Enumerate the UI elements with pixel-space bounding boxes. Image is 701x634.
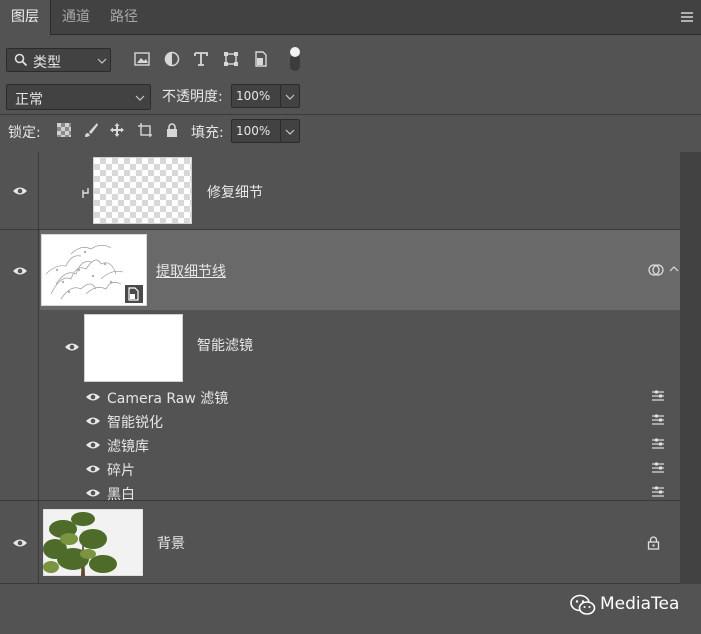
visibility-eye-icon[interactable]	[12, 186, 28, 196]
eye-column	[0, 152, 39, 229]
panel-tab-bar: 图层 通道 路径	[0, 0, 701, 35]
lock-label: 锁定:	[8, 125, 41, 141]
toolbar-divider	[0, 114, 701, 115]
visibility-eye-icon[interactable]	[12, 266, 28, 276]
type-layer-filter-icon[interactable]	[192, 50, 210, 68]
clipping-mask-arrow-icon	[82, 188, 89, 198]
blend-mode-select[interactable]: 正常	[6, 84, 151, 110]
filter-name: 智能锐化	[107, 415, 163, 431]
filter-name: 滤镜库	[107, 439, 149, 455]
opacity-value: 100%	[236, 89, 271, 103]
visibility-eye-icon[interactable]	[12, 538, 28, 548]
visibility-eye-icon[interactable]	[85, 440, 101, 450]
chevron-down-icon	[135, 95, 145, 101]
smart-object-badge-icon	[125, 285, 143, 303]
fill-label: 填充:	[191, 125, 224, 141]
layer-row-repair-detail[interactable]: 修复细节	[0, 152, 680, 229]
filter-item-smart-sharpen[interactable]: 智能锐化	[84, 409, 680, 433]
filter-blending-options-icon[interactable]	[651, 485, 665, 499]
chevron-down-icon	[285, 129, 295, 135]
watermark-text: MediaTea	[600, 594, 680, 614]
visibility-eye-icon[interactable]	[64, 342, 80, 352]
lock-all-icon[interactable]	[164, 122, 180, 138]
filter-toggle-switch[interactable]	[288, 46, 302, 72]
layer-thumbnail-tree-photo	[43, 509, 143, 576]
smart-filter-indicator-icon[interactable]	[648, 263, 664, 277]
eye-column	[0, 230, 39, 310]
filter-blending-options-icon[interactable]	[651, 389, 665, 403]
layer-row-extract-lines[interactable]: 提取细节线	[0, 230, 680, 310]
chevron-down-icon	[285, 94, 295, 100]
filter-blending-options-icon[interactable]	[651, 413, 665, 427]
filter-blending-options-icon[interactable]	[651, 437, 665, 451]
fill-input[interactable]: 100%	[231, 119, 281, 143]
layer-locked-icon	[647, 536, 660, 550]
adjustment-layer-filter-icon[interactable]	[163, 50, 181, 68]
visibility-eye-icon[interactable]	[85, 488, 101, 498]
lock-artboard-icon[interactable]	[137, 122, 153, 138]
layer-filter-value: 类型	[33, 55, 61, 71]
visibility-eye-icon[interactable]	[85, 416, 101, 426]
panel-menu-icon[interactable]	[681, 12, 693, 22]
filter-name: 碎片	[107, 463, 135, 479]
layer-name[interactable]: 背景	[157, 533, 185, 553]
lock-image-pixels-brush-icon[interactable]	[83, 122, 99, 138]
visibility-eye-icon[interactable]	[85, 464, 101, 474]
filter-blending-options-icon[interactable]	[651, 461, 665, 475]
eye-column	[0, 310, 39, 500]
visibility-eye-icon[interactable]	[85, 392, 101, 402]
filter-item-camera-raw[interactable]: Camera Raw 滤镜	[84, 385, 680, 409]
smart-object-filter-icon[interactable]	[252, 50, 270, 68]
layers-list: 修复细节 提取细节线 智能滤镜 Camera Raw 滤镜 智能锐化 滤镜库 碎…	[0, 152, 680, 584]
filter-item-filter-gallery[interactable]: 滤镜库	[84, 433, 680, 457]
collapse-effects-chevron-icon[interactable]	[669, 266, 679, 272]
eye-column	[0, 501, 39, 583]
tab-layers[interactable]: 图层	[0, 0, 51, 35]
chevron-down-icon	[97, 58, 107, 64]
filter-name: Camera Raw 滤镜	[107, 391, 229, 407]
smart-filters-group: 智能滤镜 Camera Raw 滤镜 智能锐化 滤镜库 碎片 黑白	[0, 310, 680, 503]
pixel-layer-filter-icon[interactable]	[133, 50, 151, 68]
lock-position-move-icon[interactable]	[109, 122, 125, 138]
smart-filter-mask-thumbnail[interactable]	[84, 314, 183, 382]
layer-name[interactable]: 修复细节	[207, 182, 263, 202]
layer-name[interactable]: 提取细节线	[156, 261, 226, 281]
filter-item-fragment[interactable]: 碎片	[84, 457, 680, 481]
layer-filter-select[interactable]: 类型	[6, 48, 111, 72]
wechat-logo-icon	[570, 594, 596, 615]
smart-filters-label[interactable]: 智能滤镜	[197, 335, 253, 355]
layer-thumbnail-transparent	[93, 157, 192, 224]
layers-scrollbar[interactable]	[680, 152, 701, 584]
row-divider	[0, 583, 680, 584]
search-icon	[14, 53, 28, 67]
opacity-input[interactable]: 100%	[231, 84, 281, 108]
tab-channels[interactable]: 通道	[53, 0, 99, 35]
layer-row-background[interactable]: 背景	[0, 501, 680, 583]
opacity-dropdown-button[interactable]	[280, 84, 300, 108]
fill-dropdown-button[interactable]	[280, 119, 300, 143]
lock-transparent-pixels-icon[interactable]	[56, 122, 72, 138]
tab-paths[interactable]: 路径	[101, 0, 147, 35]
opacity-label: 不透明度:	[162, 89, 223, 105]
shape-layer-filter-icon[interactable]	[222, 50, 240, 68]
blend-mode-value: 正常	[15, 92, 43, 108]
fill-value: 100%	[236, 124, 271, 138]
